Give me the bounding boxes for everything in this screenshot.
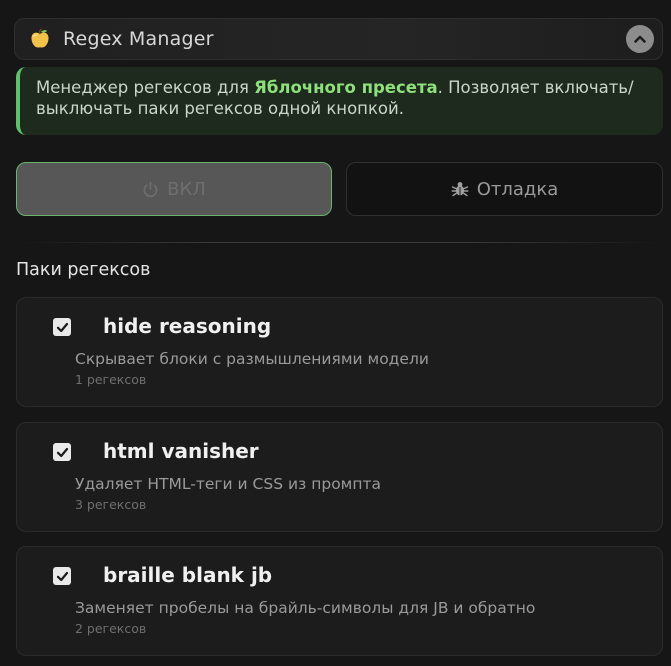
check-icon [56,447,68,457]
toggle-label: ВКЛ [167,178,206,200]
regex-manager-panel: Regex Manager Менеджер регексов для Ябло… [0,0,671,666]
pack-description: Удаляет HTML-теги и CSS из промпта [75,475,382,493]
pack-count: 1 регексов [75,372,147,387]
pack-checkbox[interactable] [53,443,71,461]
section-title: Паки регексов [16,260,151,280]
info-highlight: Яблочного пресета [254,78,438,97]
pack-count: 3 регексов [75,497,147,512]
pack-checkbox[interactable] [53,567,71,585]
power-icon [143,181,158,197]
check-icon [56,322,68,332]
divider [16,242,663,243]
pack-checkbox[interactable] [53,318,71,336]
check-icon [56,571,68,581]
pack-card[interactable]: hide reasoning Скрывает блоки с размышле… [16,297,663,407]
pack-name: hide reasoning [103,314,272,338]
pack-description: Заменяет пробелы на брайль-символы для J… [75,599,536,617]
debug-button[interactable]: Отладка [346,162,663,216]
pack-card[interactable]: html vanisher Удаляет HTML-теги и CSS из… [16,422,663,532]
debug-label: Отладка [476,178,559,200]
panel-title: Regex Manager [63,28,214,50]
pack-name: braille blank jb [103,563,273,587]
pack-name: html vanisher [103,439,259,463]
panel-header[interactable]: Regex Manager [14,18,663,60]
chevron-up-icon [634,35,646,43]
apple-icon [31,28,49,48]
toggle-on-button[interactable]: ВКЛ [16,162,332,216]
pack-card[interactable]: braille blank jb Заменяет пробелы на бра… [16,546,663,656]
collapse-button[interactable] [626,25,654,53]
pack-description: Скрывает блоки с размышлениями модели [75,350,429,368]
bug-icon [451,182,469,197]
info-banner: Менеджер регексов для Яблочного пресета.… [16,67,663,135]
pack-count: 2 регексов [75,621,147,636]
info-text-before: Менеджер регексов для [36,78,255,97]
